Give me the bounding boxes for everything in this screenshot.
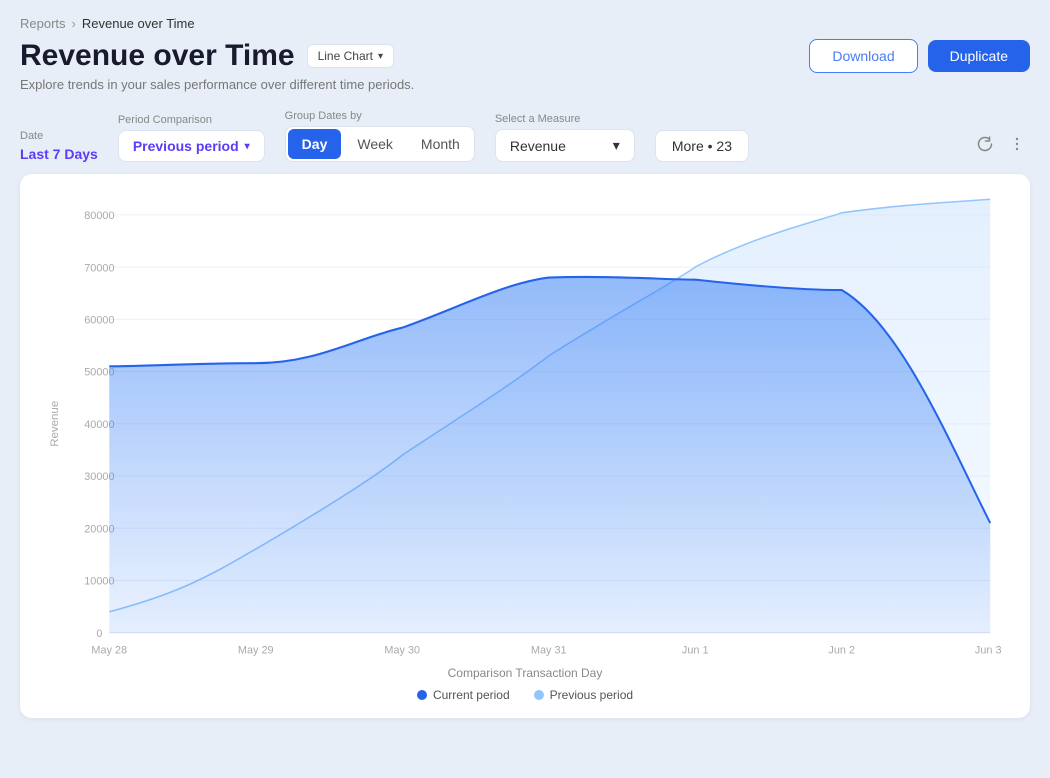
period-comparison-value: Previous period [133, 138, 239, 154]
page-header: Revenue over Time Line Chart ▾ Download … [20, 39, 1030, 73]
group-dates-day-button[interactable]: Day [288, 129, 342, 159]
group-dates-button-group: Day Week Month [285, 126, 475, 162]
date-filter-label: Date [20, 130, 98, 142]
svg-text:May 29: May 29 [238, 644, 274, 656]
chart-type-label: Line Chart [318, 49, 373, 63]
breadcrumb-parent[interactable]: Reports [20, 16, 66, 31]
svg-text:May 31: May 31 [531, 644, 567, 656]
group-dates-label: Group Dates by [285, 110, 475, 122]
legend-previous-period: Previous period [534, 688, 633, 702]
chevron-down-icon: ▾ [378, 51, 383, 62]
chevron-down-icon: ▾ [245, 141, 250, 152]
more-options-button[interactable] [1004, 131, 1030, 162]
period-comparison-label: Period Comparison [118, 114, 265, 126]
header-actions: Download Duplicate [809, 39, 1030, 73]
chart-container: 0 10000 20000 30000 40000 50000 60000 70… [20, 174, 1030, 718]
breadcrumb-separator: › [72, 16, 76, 31]
measure-dropdown[interactable]: Revenue ▾ [495, 129, 635, 162]
date-filter-button[interactable]: Last 7 Days [20, 146, 98, 162]
svg-text:Revenue: Revenue [49, 401, 61, 447]
period-comparison-filter: Period Comparison Previous period ▾ [118, 114, 265, 162]
chart-legend: Current period Previous period [40, 688, 1010, 702]
period-comparison-dropdown[interactable]: Previous period ▾ [118, 130, 265, 162]
legend-previous-dot [534, 690, 544, 700]
refresh-icon [976, 135, 994, 153]
svg-text:Jun 3: Jun 3 [975, 644, 1002, 656]
legend-current-period: Current period [417, 688, 510, 702]
chevron-down-icon: ▾ [613, 137, 620, 154]
measure-filter: Select a Measure Revenue ▾ [495, 113, 635, 162]
group-dates-month-button[interactable]: Month [407, 129, 474, 159]
more-button[interactable]: More • 23 [655, 130, 749, 162]
legend-current-dot [417, 690, 427, 700]
refresh-button[interactable] [972, 131, 998, 162]
page-title: Revenue over Time [20, 39, 295, 73]
page-subtitle: Explore trends in your sales performance… [20, 77, 1030, 92]
date-filter: Date Last 7 Days [20, 130, 98, 162]
svg-text:80000: 80000 [84, 210, 114, 222]
svg-text:Jun 1: Jun 1 [682, 644, 709, 656]
legend-previous-label: Previous period [550, 688, 633, 702]
svg-text:May 30: May 30 [384, 644, 420, 656]
breadcrumb: Reports › Revenue over Time [20, 16, 1030, 31]
x-axis-label: Comparison Transaction Day [40, 666, 1010, 680]
download-button[interactable]: Download [809, 39, 917, 73]
svg-text:70000: 70000 [84, 262, 114, 274]
svg-text:Jun 2: Jun 2 [828, 644, 855, 656]
svg-text:May 28: May 28 [91, 644, 127, 656]
duplicate-button[interactable]: Duplicate [928, 40, 1030, 72]
more-options-icon [1008, 135, 1026, 153]
measure-filter-label: Select a Measure [495, 113, 635, 125]
chart-area: 0 10000 20000 30000 40000 50000 60000 70… [40, 194, 1010, 664]
more-label: More • 23 [672, 138, 732, 154]
current-period-area [109, 277, 990, 633]
legend-current-label: Current period [433, 688, 510, 702]
breadcrumb-current: Revenue over Time [82, 16, 195, 31]
group-dates-filter: Group Dates by Day Week Month [285, 110, 475, 162]
more-filter: x More • 23 [655, 114, 749, 162]
svg-text:60000: 60000 [84, 314, 114, 326]
measure-value: Revenue [510, 138, 566, 154]
icon-actions [972, 131, 1030, 162]
group-dates-week-button[interactable]: Week [343, 129, 407, 159]
filters-row: Date Last 7 Days Period Comparison Previ… [20, 110, 1030, 162]
chart-type-button[interactable]: Line Chart ▾ [307, 44, 394, 68]
title-area: Revenue over Time Line Chart ▾ [20, 39, 394, 73]
line-chart-svg: 0 10000 20000 30000 40000 50000 60000 70… [40, 194, 1010, 664]
svg-text:0: 0 [96, 628, 102, 640]
